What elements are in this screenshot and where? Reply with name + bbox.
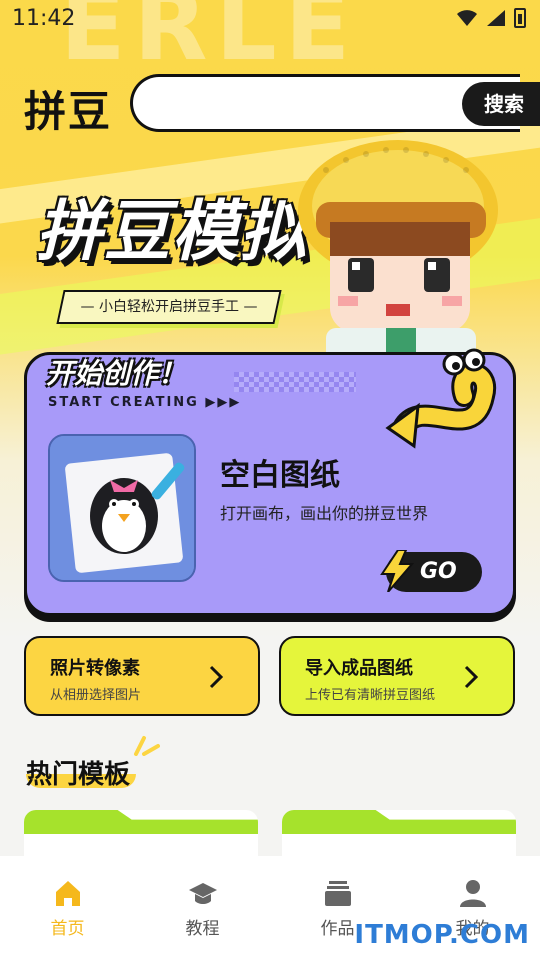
wifi-icon <box>457 10 477 26</box>
nav-home-label: 首页 <box>50 919 85 939</box>
user-icon <box>459 880 486 907</box>
chevron-right-icon <box>209 665 224 689</box>
nav-home[interactable]: 首页 <box>0 856 135 960</box>
app-brand: 拼豆 <box>24 87 113 136</box>
lightning-icon <box>380 550 414 592</box>
signal-icon <box>487 10 505 26</box>
checker-decoration <box>234 372 356 392</box>
penguin-thumbnail <box>48 434 196 582</box>
template-card-header <box>282 810 516 834</box>
template-card-header <box>24 810 258 834</box>
hero-subtitle-banner: — 小白轻松开启拼豆手工 — <box>56 290 282 324</box>
nav-tutorial-label: 教程 <box>185 919 220 939</box>
blank-canvas-description: 打开画布，画出你的拼豆世界 <box>220 504 429 523</box>
import-pattern-description: 上传已有清晰拼豆图纸 <box>305 688 436 703</box>
battery-icon <box>514 8 526 28</box>
status-bar: 11:42 <box>0 0 540 38</box>
search-button[interactable]: 搜索 <box>462 82 540 126</box>
sparkle-icon <box>134 736 160 756</box>
nav-tutorial[interactable]: 教程 <box>135 856 270 960</box>
graduation-cap-icon <box>188 883 217 904</box>
hero-subtitle-text: — 小白轻松开启拼豆手工 — <box>80 299 258 315</box>
import-pattern-card[interactable]: 导入成品图纸 上传已有清晰拼豆图纸 <box>279 636 515 716</box>
status-time: 11:42 <box>12 6 76 31</box>
photo-to-pixel-title: 照片转像素 <box>50 658 140 679</box>
status-icons <box>456 8 526 28</box>
photo-to-pixel-description: 从相册选择图片 <box>50 688 142 703</box>
hero-title: 拼豆模拟 <box>36 193 308 270</box>
create-sublabel: START CREATING ▶▶▶ <box>48 395 242 410</box>
photo-to-pixel-card[interactable]: 照片转像素 从相册选择图片 <box>24 636 260 716</box>
blank-canvas-title: 空白图纸 <box>220 458 340 493</box>
site-watermark: ITMOP.COM <box>354 920 530 950</box>
hot-templates-title: 热门模板 <box>26 760 131 790</box>
chevron-right-icon <box>464 665 479 689</box>
mascot-arrow-illustration <box>385 348 497 449</box>
stack-icon <box>324 881 351 906</box>
create-label: 开始创作！ <box>46 357 187 390</box>
import-pattern-title: 导入成品图纸 <box>305 658 413 679</box>
home-icon <box>55 881 80 906</box>
